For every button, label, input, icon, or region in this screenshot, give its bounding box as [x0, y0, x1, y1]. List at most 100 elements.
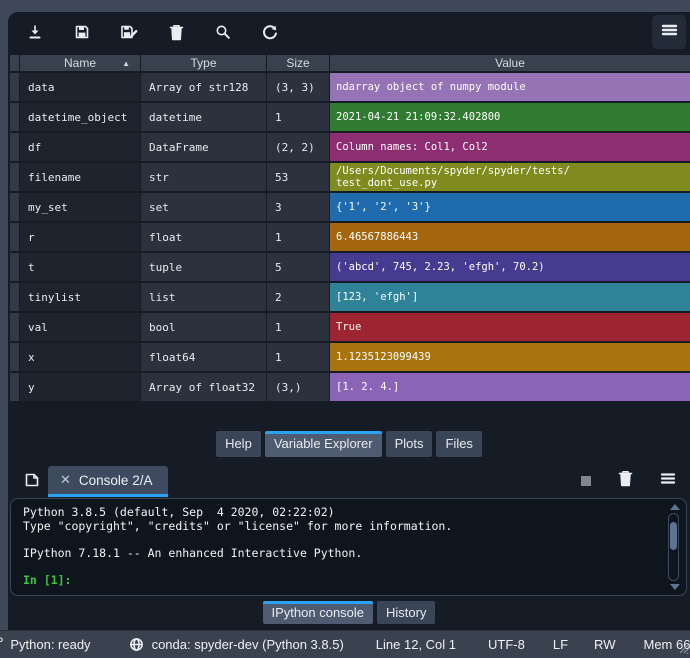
variable-size[interactable]: (3,): [267, 373, 329, 401]
options-menu-button[interactable]: [652, 15, 686, 49]
column-header-name[interactable]: Name ▲: [20, 55, 140, 71]
variable-type[interactable]: datetime: [141, 103, 266, 131]
variable-type[interactable]: float64: [141, 343, 266, 371]
scrollbar-thumb[interactable]: [670, 522, 677, 550]
row-grip[interactable]: [10, 163, 19, 191]
variable-name[interactable]: df: [20, 133, 140, 161]
variable-size[interactable]: 1: [267, 343, 329, 371]
remove-console-button[interactable]: [618, 470, 633, 492]
column-header-size-label: Size: [286, 56, 309, 70]
variable-size[interactable]: 2: [267, 283, 329, 311]
variable-name[interactable]: val: [20, 313, 140, 341]
variable-name[interactable]: t: [20, 253, 140, 281]
scrollbar-track[interactable]: [668, 513, 679, 581]
variable-value[interactable]: 1.1235123099439: [330, 343, 690, 371]
remove-all-variables-button[interactable]: [161, 17, 191, 47]
row-grip[interactable]: [10, 253, 19, 281]
variable-size[interactable]: (3, 3): [267, 73, 329, 101]
variable-value[interactable]: 2021-04-21 21:09:32.402800: [330, 103, 690, 131]
tab-variable-explorer[interactable]: Variable Explorer: [265, 431, 382, 457]
variable-table: Name ▲ Type Size Value dataArray of str1…: [10, 55, 690, 401]
row-grip[interactable]: [10, 223, 19, 251]
variable-type[interactable]: bool: [141, 313, 266, 341]
variable-value-text: True: [336, 321, 361, 333]
variable-value-text: Column names: Col1, Col2: [336, 141, 488, 153]
scroll-up-icon[interactable]: [670, 504, 680, 510]
row-grip[interactable]: [10, 103, 19, 131]
readwrite-status: RW: [594, 637, 615, 652]
variable-name[interactable]: my_set: [20, 193, 140, 221]
console-scrollbar[interactable]: [667, 502, 682, 592]
ipython-console[interactable]: Python 3.8.5 (default, Sep 4 2020, 02:22…: [10, 498, 687, 596]
search-button[interactable]: [208, 17, 238, 47]
row-grip[interactable]: [10, 133, 19, 161]
row-grip[interactable]: [10, 73, 19, 101]
eol-status: LF: [553, 637, 568, 652]
variable-value[interactable]: True: [330, 313, 690, 341]
variable-type[interactable]: tuple: [141, 253, 266, 281]
encoding: UTF-8: [488, 637, 525, 652]
main-panel: Name ▲ Type Size Value dataArray of str1…: [8, 12, 690, 658]
variable-size[interactable]: 1: [267, 223, 329, 251]
search-icon: [215, 24, 231, 40]
variable-value[interactable]: Column names: Col1, Col2: [330, 133, 690, 161]
variable-value-text: {'1', '2', '3'}: [336, 201, 431, 213]
save-data-as-button[interactable]: [114, 17, 144, 47]
variable-value[interactable]: 6.46567886443: [330, 223, 690, 251]
variable-type[interactable]: list: [141, 283, 266, 311]
variable-name[interactable]: y: [20, 373, 140, 401]
save-as-icon: [120, 24, 138, 40]
download-icon: [27, 24, 43, 41]
variable-type[interactable]: Array of float32: [141, 373, 266, 401]
row-grip[interactable]: [10, 373, 19, 401]
column-header-size[interactable]: Size: [267, 55, 329, 71]
tab-help[interactable]: Help: [216, 431, 261, 457]
variable-name[interactable]: tinylist: [20, 283, 140, 311]
variable-value-text: 6.46567886443: [336, 231, 418, 243]
variable-value[interactable]: ndarray object of numpy module: [330, 73, 690, 101]
variable-size[interactable]: 3: [267, 193, 329, 221]
variable-size[interactable]: 53: [267, 163, 329, 191]
variable-value[interactable]: [1. 2. 4.]: [330, 373, 690, 401]
sort-ascending-icon: ▲: [122, 59, 130, 68]
row-grip[interactable]: [10, 343, 19, 371]
variable-size[interactable]: 1: [267, 103, 329, 131]
import-data-button[interactable]: [20, 17, 50, 47]
variable-name[interactable]: data: [20, 73, 140, 101]
variable-value[interactable]: {'1', '2', '3'}: [330, 193, 690, 221]
save-data-button[interactable]: [67, 17, 97, 47]
variable-type[interactable]: Array of str128: [141, 73, 266, 101]
close-icon[interactable]: ✕: [60, 472, 71, 488]
variable-type[interactable]: set: [141, 193, 266, 221]
tab-ipython-console[interactable]: IPython console: [263, 601, 374, 624]
console-tab[interactable]: ✕ Console 2/A: [48, 466, 168, 497]
variable-value[interactable]: /Users/Documents/spyder/spyder/tests/ te…: [330, 163, 690, 191]
interrupt-kernel-icon[interactable]: [581, 476, 591, 486]
column-header-type[interactable]: Type: [141, 55, 266, 71]
tab-files[interactable]: Files: [436, 431, 481, 457]
resize-grip[interactable]: [677, 642, 689, 657]
variable-type[interactable]: str: [141, 163, 266, 191]
variable-size[interactable]: 5: [267, 253, 329, 281]
variable-value[interactable]: ('abcd', 745, 2.23, 'efgh', 70.2): [330, 253, 690, 281]
variable-size[interactable]: 1: [267, 313, 329, 341]
tab-plots[interactable]: Plots: [386, 431, 433, 457]
scroll-down-icon[interactable]: [670, 584, 680, 590]
tab-history[interactable]: History: [377, 601, 435, 624]
variable-name[interactable]: filename: [20, 163, 140, 191]
variable-type[interactable]: DataFrame: [141, 133, 266, 161]
row-grip[interactable]: [10, 283, 19, 311]
variable-name[interactable]: r: [20, 223, 140, 251]
variable-type[interactable]: float: [141, 223, 266, 251]
variable-name[interactable]: x: [20, 343, 140, 371]
variable-name[interactable]: datetime_object: [20, 103, 140, 131]
trash-icon: [618, 474, 633, 491]
row-grip[interactable]: [10, 313, 19, 341]
refresh-button[interactable]: [255, 17, 285, 47]
variable-size[interactable]: (2, 2): [267, 133, 329, 161]
new-console-button[interactable]: [20, 470, 44, 494]
row-grip[interactable]: [10, 193, 19, 221]
column-header-value[interactable]: Value: [330, 55, 690, 71]
console-options-button[interactable]: [660, 472, 676, 490]
variable-value[interactable]: [123, 'efgh']: [330, 283, 690, 311]
